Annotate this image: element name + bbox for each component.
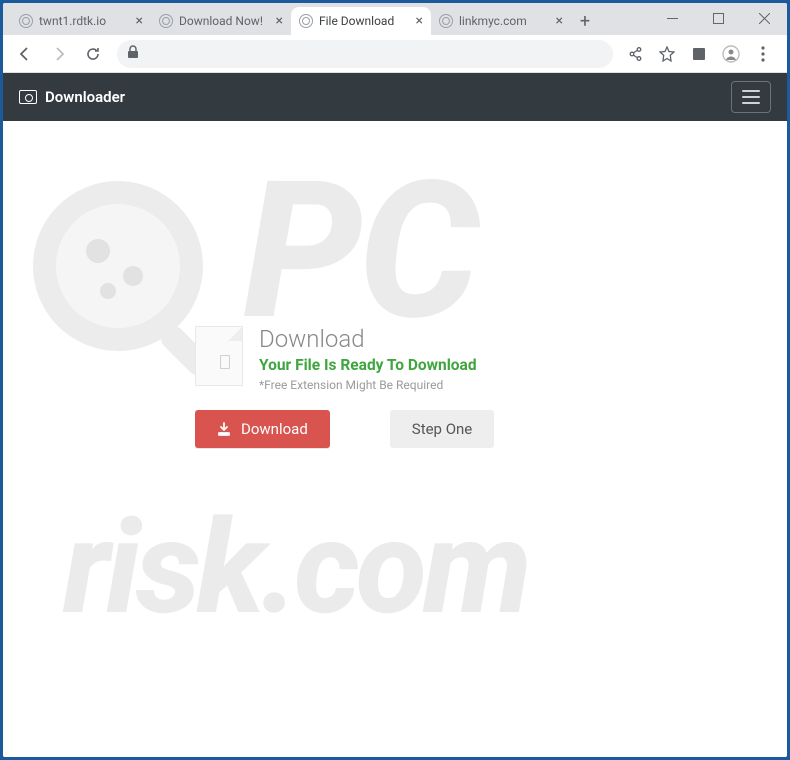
close-icon[interactable]: × (556, 14, 563, 28)
browser-toolbar (3, 35, 787, 73)
close-icon[interactable]: × (276, 14, 283, 28)
window-titlebar: twnt1.rdtk.io × Download Now! × File Dow… (3, 3, 787, 35)
new-tab-button[interactable]: + (571, 7, 599, 35)
download-button-label: Download (241, 420, 308, 438)
share-icon[interactable] (623, 42, 647, 66)
tab-title: linkmyc.com (459, 14, 550, 28)
download-button[interactable]: Download (195, 410, 330, 448)
tab-strip: twnt1.rdtk.io × Download Now! × File Dow… (11, 3, 599, 35)
browser-tab-0[interactable]: twnt1.rdtk.io × (11, 7, 151, 35)
hamburger-menu-button[interactable] (731, 81, 771, 113)
camera-icon (19, 90, 37, 104)
card-title: Download (259, 326, 477, 352)
window-maximize-button[interactable] (695, 3, 741, 33)
tab-title: Download Now! (179, 14, 270, 28)
page-content: PC risk.com Download Your File Is Ready … (3, 121, 787, 757)
browser-tab-1[interactable]: Download Now! × (151, 7, 291, 35)
tab-title: File Download (319, 14, 410, 28)
window-close-button[interactable] (741, 3, 787, 33)
browser-tab-3[interactable]: linkmyc.com × (431, 7, 571, 35)
back-button[interactable] (11, 40, 39, 68)
menu-dots-icon[interactable] (751, 42, 775, 66)
brand-label: Downloader (45, 88, 125, 106)
globe-icon (19, 14, 33, 28)
close-icon[interactable]: × (416, 14, 423, 28)
forward-button[interactable] (45, 40, 73, 68)
watermark-bottom: risk.com (63, 491, 528, 644)
globe-icon (159, 14, 173, 28)
brand[interactable]: Downloader (19, 88, 125, 106)
browser-tab-2[interactable]: File Download × (291, 7, 431, 35)
card-note: *Free Extension Might Be Required (259, 378, 477, 392)
download-icon (217, 422, 231, 436)
close-icon[interactable]: × (136, 14, 143, 28)
profile-icon[interactable] (719, 42, 743, 66)
bookmark-star-icon[interactable] (655, 42, 679, 66)
page-appbar: Downloader (3, 73, 787, 121)
address-bar[interactable] (117, 40, 613, 68)
lock-icon (127, 44, 139, 63)
tab-title: twnt1.rdtk.io (39, 14, 130, 28)
window-controls (649, 3, 787, 33)
reload-button[interactable] (79, 40, 107, 68)
globe-icon (439, 14, 453, 28)
step-one-button[interactable]: Step One (390, 410, 494, 448)
download-card: Download Your File Is Ready To Download … (195, 326, 595, 448)
globe-icon (299, 14, 313, 28)
step-button-label: Step One (412, 420, 472, 438)
window-minimize-button[interactable] (649, 3, 695, 33)
card-ready-text: Your File Is Ready To Download (259, 356, 477, 374)
file-icon (195, 326, 243, 386)
extensions-icon[interactable] (687, 42, 711, 66)
